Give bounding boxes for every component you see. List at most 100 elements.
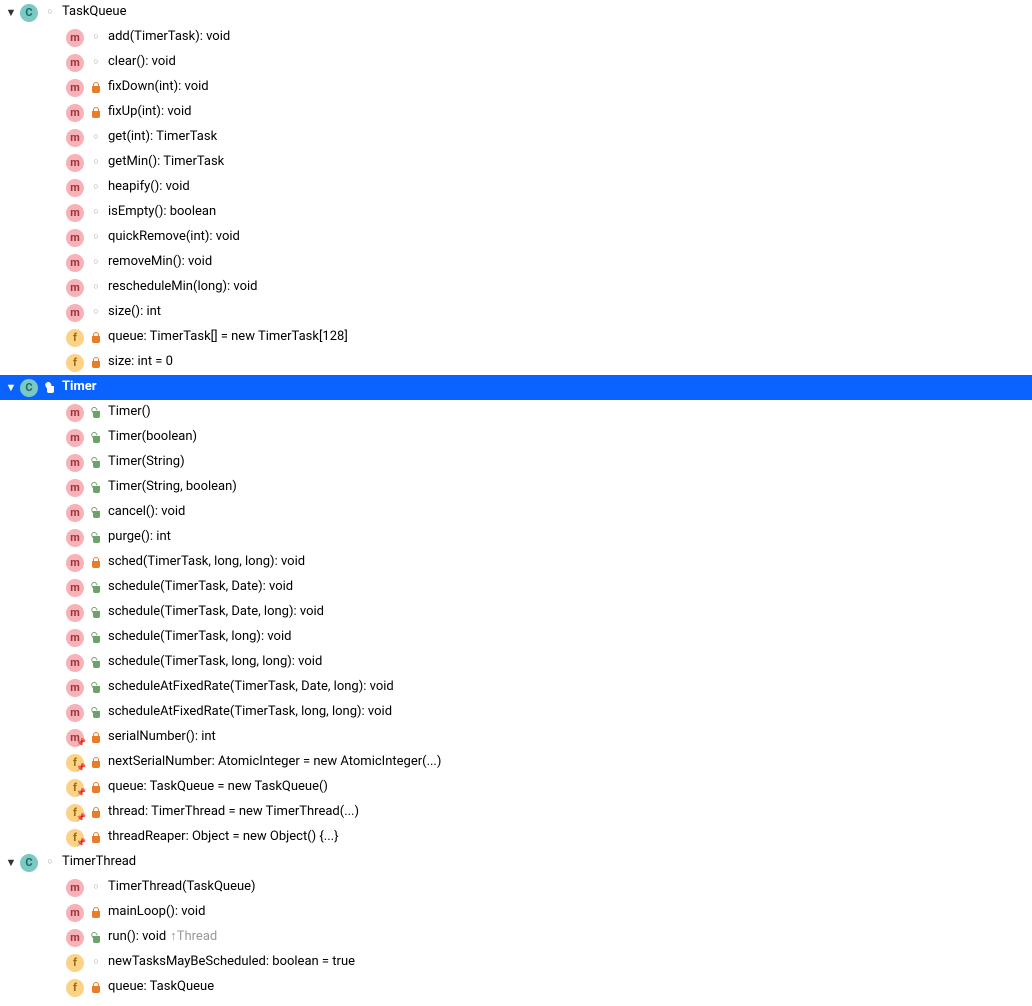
member-row[interactable]: ▼msize(): int (0, 300, 1032, 325)
member-label: run(): void (108, 928, 166, 946)
member-row[interactable]: ▼mrun(): void↑Thread (0, 925, 1032, 950)
structure-tree: ▼CTaskQueue▼madd(TimerTask): void▼mclear… (0, 0, 1032, 1000)
member-row[interactable]: ▼fqueue: TaskQueue (0, 975, 1032, 1000)
method-icon: m (66, 29, 84, 47)
member-row[interactable]: ▼mTimer(String) (0, 450, 1032, 475)
visibility-package-icon (90, 257, 102, 269)
visibility-private-icon (90, 357, 102, 369)
field-icon: f (66, 954, 84, 972)
field-icon: f (66, 329, 84, 347)
member-label: clear(): void (108, 53, 176, 71)
visibility-public-icon (90, 432, 102, 444)
spacer: ▼ (50, 780, 64, 795)
member-row[interactable]: ▼mget(int): TimerTask (0, 125, 1032, 150)
visibility-package-icon (90, 132, 102, 144)
member-row[interactable]: ▼mgetMin(): TimerTask (0, 150, 1032, 175)
member-label: queue: TimerTask[] = new TimerTask[128] (108, 328, 348, 346)
visibility-package-icon (90, 32, 102, 44)
member-row[interactable]: ▼mTimerThread(TaskQueue) (0, 875, 1032, 900)
visibility-private-icon (90, 332, 102, 344)
visibility-private-icon (90, 807, 102, 819)
member-row[interactable]: ▼mcancel(): void (0, 500, 1032, 525)
method-icon: m (66, 79, 84, 97)
method-icon: m (66, 504, 84, 522)
spacer: ▼ (50, 30, 64, 45)
visibility-package-icon (90, 307, 102, 319)
member-label: thread: TimerThread = new TimerThread(..… (108, 803, 359, 821)
class-name-label: TimerThread (62, 853, 136, 871)
member-row[interactable]: ▼msched(TimerTask, long, long): void (0, 550, 1032, 575)
spacer: ▼ (50, 55, 64, 70)
member-row[interactable]: ▼f📌thread: TimerThread = new TimerThread… (0, 800, 1032, 825)
spacer: ▼ (50, 255, 64, 270)
visibility-package-icon (90, 282, 102, 294)
member-label: schedule(TimerTask, Date): void (108, 578, 293, 596)
member-row[interactable]: ▼f📌queue: TaskQueue = new TaskQueue() (0, 775, 1032, 800)
member-row[interactable]: ▼f📌threadReaper: Object = new Object() {… (0, 825, 1032, 850)
class-row[interactable]: ▼CTaskQueue (0, 0, 1032, 25)
method-icon: m (66, 679, 84, 697)
member-label: rescheduleMin(long): void (108, 278, 258, 296)
member-row[interactable]: ▼mTimer(String, boolean) (0, 475, 1032, 500)
member-row[interactable]: ▼fsize: int = 0 (0, 350, 1032, 375)
member-row[interactable]: ▼mschedule(TimerTask, long): void (0, 625, 1032, 650)
spacer: ▼ (50, 705, 64, 720)
member-row[interactable]: ▼mquickRemove(int): void (0, 225, 1032, 250)
expand-arrow-icon[interactable]: ▼ (4, 5, 18, 20)
spacer: ▼ (50, 405, 64, 420)
member-row[interactable]: ▼mheapify(): void (0, 175, 1032, 200)
member-row[interactable]: ▼mTimer() (0, 400, 1032, 425)
member-row[interactable]: ▼mclear(): void (0, 50, 1032, 75)
method-icon: m (66, 904, 84, 922)
member-row[interactable]: ▼mremoveMin(): void (0, 250, 1032, 275)
spacer: ▼ (50, 555, 64, 570)
member-row[interactable]: ▼mscheduleAtFixedRate(TimerTask, Date, l… (0, 675, 1032, 700)
method-icon: m (66, 204, 84, 222)
member-row[interactable]: ▼m📌serialNumber(): int (0, 725, 1032, 750)
member-label: serialNumber(): int (108, 728, 216, 746)
member-label: nextSerialNumber: AtomicInteger = new At… (108, 753, 441, 771)
member-row[interactable]: ▼misEmpty(): boolean (0, 200, 1032, 225)
method-icon: m (66, 479, 84, 497)
member-row[interactable]: ▼mTimer(boolean) (0, 425, 1032, 450)
member-row[interactable]: ▼mrescheduleMin(long): void (0, 275, 1032, 300)
visibility-private-icon (90, 107, 102, 119)
member-row[interactable]: ▼fnewTasksMayBeScheduled: boolean = true (0, 950, 1032, 975)
visibility-package-icon (90, 957, 102, 969)
member-label: removeMin(): void (108, 253, 212, 271)
spacer: ▼ (50, 280, 64, 295)
method-icon: m (66, 604, 84, 622)
member-row[interactable]: ▼f📌nextSerialNumber: AtomicInteger = new… (0, 750, 1032, 775)
member-row[interactable]: ▼fqueue: TimerTask[] = new TimerTask[128… (0, 325, 1032, 350)
visibility-public-icon (90, 457, 102, 469)
member-row[interactable]: ▼mpurge(): int (0, 525, 1032, 550)
method-icon: m (66, 129, 84, 147)
member-row[interactable]: ▼mmainLoop(): void (0, 900, 1032, 925)
spacer: ▼ (50, 605, 64, 620)
visibility-public-icon (90, 932, 102, 944)
field-icon: f (66, 354, 84, 372)
spacer: ▼ (50, 480, 64, 495)
member-row[interactable]: ▼mschedule(TimerTask, long, long): void (0, 650, 1032, 675)
visibility-public-icon (90, 682, 102, 694)
member-row[interactable]: ▼mscheduleAtFixedRate(TimerTask, long, l… (0, 700, 1032, 725)
spacer: ▼ (50, 930, 64, 945)
visibility-private-icon (90, 782, 102, 794)
expand-arrow-icon[interactable]: ▼ (4, 855, 18, 870)
member-label: Timer(String) (108, 453, 185, 471)
class-row[interactable]: ▼CTimer (0, 375, 1032, 400)
member-label: TimerThread(TaskQueue) (108, 878, 256, 896)
member-label: Timer(boolean) (108, 428, 197, 446)
visibility-public-icon (90, 657, 102, 669)
class-row[interactable]: ▼CTimerThread (0, 850, 1032, 875)
member-row[interactable]: ▼mfixUp(int): void (0, 100, 1032, 125)
visibility-package-icon (90, 157, 102, 169)
member-row[interactable]: ▼mfixDown(int): void (0, 75, 1032, 100)
member-row[interactable]: ▼madd(TimerTask): void (0, 25, 1032, 50)
member-row[interactable]: ▼mschedule(TimerTask, Date, long): void (0, 600, 1032, 625)
member-row[interactable]: ▼mschedule(TimerTask, Date): void (0, 575, 1032, 600)
method-icon: m (66, 104, 84, 122)
expand-arrow-icon[interactable]: ▼ (4, 380, 18, 395)
method-icon: m (66, 554, 84, 572)
method-icon: m (66, 154, 84, 172)
